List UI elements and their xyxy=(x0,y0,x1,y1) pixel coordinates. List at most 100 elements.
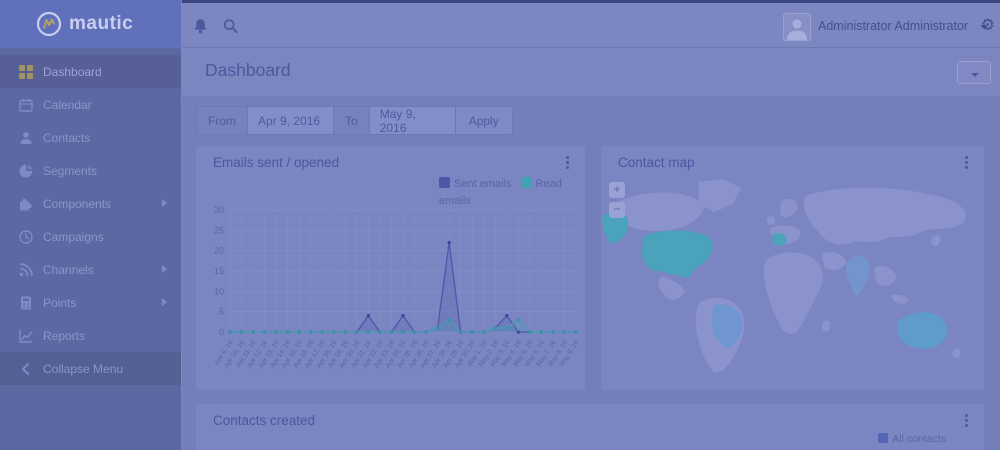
page-header: Dashboard xyxy=(182,48,1000,97)
person-icon xyxy=(19,131,33,145)
svg-text:30: 30 xyxy=(214,205,224,215)
map-new-zealand xyxy=(952,348,960,358)
emails-chart: 051015202530Apr 9, 16Apr 10, 16Apr 11, 1… xyxy=(200,202,583,390)
map-zoom-in-button[interactable]: + xyxy=(609,182,625,198)
sidebar-item-points[interactable]: Points xyxy=(0,286,181,319)
chevron-right-icon xyxy=(162,199,167,207)
map-indonesia xyxy=(891,295,909,304)
sidebar-nav: Dashboard Calendar Contacts Segments xyxy=(0,55,181,385)
page-title: Dashboard xyxy=(205,60,291,81)
map-india xyxy=(846,256,870,296)
clock-icon xyxy=(19,230,33,244)
topbar: Administrator Administrator ⚙ xyxy=(182,0,1000,48)
svg-text:15: 15 xyxy=(214,266,224,276)
rss-icon xyxy=(19,263,33,277)
chevron-left-icon xyxy=(19,362,33,376)
avatar-placeholder-icon xyxy=(784,14,810,40)
svg-text:5: 5 xyxy=(219,307,224,317)
sidebar-item-campaigns[interactable]: Campaigns xyxy=(0,220,181,253)
mautic-dashboard-app: mautic Dashboard Calendar Contacts xyxy=(0,0,1000,450)
svg-text:20: 20 xyxy=(214,246,224,256)
map-africa xyxy=(764,252,823,334)
avatar[interactable] xyxy=(783,13,811,41)
pie-icon xyxy=(19,164,33,178)
grid-icon xyxy=(19,65,33,79)
kebab-menu-icon[interactable] xyxy=(566,156,570,171)
sidebar-item-label: Reports xyxy=(43,329,85,343)
legend-item-sent-emails[interactable]: Sent emails xyxy=(439,178,511,190)
from-label: From xyxy=(197,107,248,134)
map-australia xyxy=(897,312,947,349)
sidebar-item-components[interactable]: Components xyxy=(0,187,181,220)
gear-icon[interactable]: ⚙ xyxy=(981,15,995,35)
world-map xyxy=(601,176,984,390)
mautic-logo-icon xyxy=(36,11,62,37)
sidebar-item-segments[interactable]: Segments xyxy=(0,154,181,187)
legend-label: All contacts xyxy=(892,433,946,445)
contacts-chart-legend[interactable]: All contacts xyxy=(878,433,946,445)
puzzle-icon xyxy=(19,197,33,211)
map-united-states xyxy=(642,230,713,279)
sidebar-item-label: Dashboard xyxy=(43,65,102,79)
caret-down-icon xyxy=(971,73,979,77)
sidebar-item-label: Segments xyxy=(43,164,97,178)
svg-text:10: 10 xyxy=(214,286,224,296)
sidebar-item-label: Calendar xyxy=(43,98,92,112)
kebab-menu-icon[interactable] xyxy=(965,156,969,171)
line-chart-icon xyxy=(19,329,33,343)
legend-swatch xyxy=(878,433,888,443)
map-mexico xyxy=(659,276,685,300)
contacts-created-panel: Contacts created All contacts xyxy=(195,403,985,450)
map-uk xyxy=(767,216,775,225)
emails-sent-opened-panel: Emails sent / opened Sent emails Read em… xyxy=(195,145,586,391)
svg-text:25: 25 xyxy=(214,225,224,235)
to-label: To xyxy=(334,107,370,134)
sidebar: mautic Dashboard Calendar Contacts xyxy=(0,0,182,450)
calendar-icon xyxy=(19,98,33,112)
sidebar-item-label: Points xyxy=(43,296,76,310)
sidebar-item-channels[interactable]: Channels xyxy=(0,253,181,286)
sidebar-item-label: Channels xyxy=(43,263,94,277)
sidebar-item-label: Contacts xyxy=(43,131,90,145)
map-zoom-controls: + − xyxy=(609,182,625,222)
svg-text:0: 0 xyxy=(219,327,224,337)
map-panel-title: Contact map xyxy=(618,155,695,170)
sidebar-item-calendar[interactable]: Calendar xyxy=(0,88,181,121)
kebab-menu-icon[interactable] xyxy=(965,414,969,429)
apply-button[interactable]: Apply xyxy=(456,107,512,134)
sidebar-item-dashboard[interactable]: Dashboard xyxy=(0,55,181,88)
map-madagascar xyxy=(822,321,830,332)
legend-swatch xyxy=(521,177,532,188)
dashboard-options-button[interactable] xyxy=(957,61,991,84)
sidebar-item-contacts[interactable]: Contacts xyxy=(0,121,181,154)
sidebar-item-label: Campaigns xyxy=(43,230,104,244)
to-date-input[interactable]: May 9, 2016 xyxy=(370,107,456,134)
calculator-icon xyxy=(19,296,33,310)
sidebar-item-collapse-menu[interactable]: Collapse Menu xyxy=(0,352,181,385)
contacts-panel-title: Contacts created xyxy=(213,413,315,428)
map-scandinavia xyxy=(780,199,797,218)
emails-panel-title: Emails sent / opened xyxy=(213,155,339,170)
map-zoom-out-button[interactable]: − xyxy=(609,202,625,218)
mautic-logo[interactable]: mautic xyxy=(0,0,181,48)
map-southeast-asia xyxy=(874,266,897,286)
map-canada xyxy=(615,192,703,231)
map-middle-east xyxy=(822,252,846,270)
search-icon[interactable] xyxy=(223,18,238,39)
bell-icon[interactable] xyxy=(193,18,208,39)
sidebar-item-reports[interactable]: Reports xyxy=(0,319,181,352)
sidebar-item-label: Components xyxy=(43,197,111,211)
user-name-label: Administrator Administrator xyxy=(818,19,968,33)
map-japan xyxy=(931,235,940,246)
map-greenland xyxy=(698,179,741,212)
contact-map-panel: Contact map + − xyxy=(600,145,985,391)
date-filter: From Apr 9, 2016 To May 9, 2016 Apply xyxy=(196,106,513,135)
chevron-right-icon xyxy=(162,265,167,273)
sidebar-item-label: Collapse Menu xyxy=(43,362,123,376)
map-asia xyxy=(804,188,966,245)
brand-name: mautic xyxy=(69,13,133,35)
user-menu[interactable]: Administrator Administrator xyxy=(818,19,988,33)
legend-swatch xyxy=(439,177,450,188)
chevron-right-icon xyxy=(162,298,167,306)
from-date-input[interactable]: Apr 9, 2016 xyxy=(248,107,334,134)
